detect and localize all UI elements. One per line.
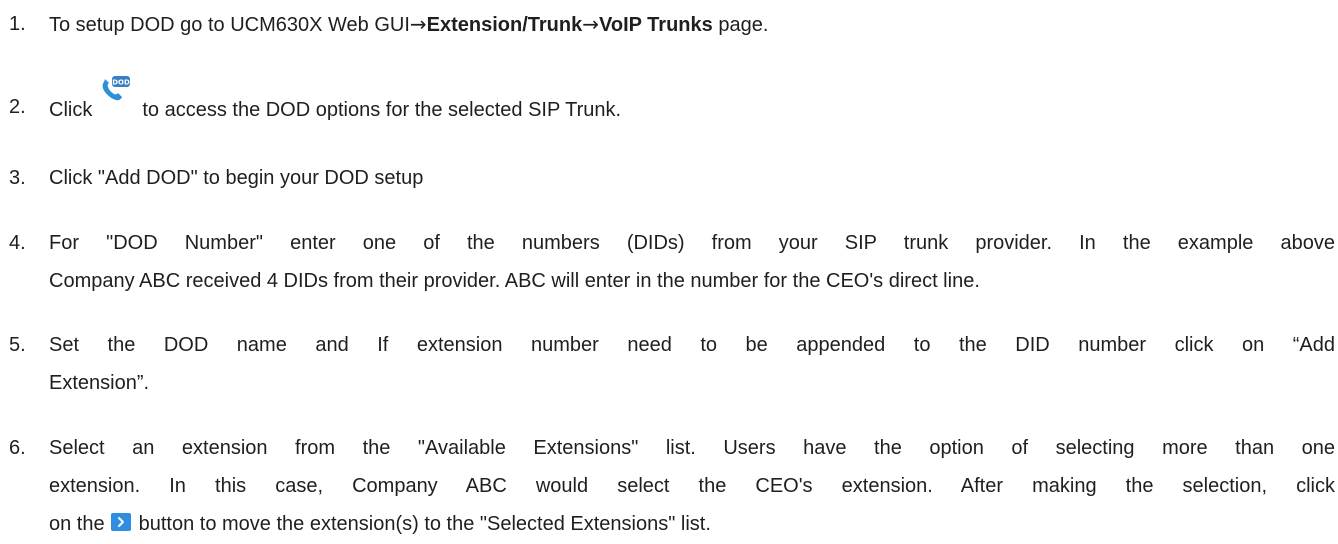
arrow-right-icon: → [409,12,427,36]
step-text: Click DOD to access the DOD options for … [49,76,1335,129]
dod-phone-svg: DOD [102,76,131,101]
dod-phone-icon: DOD [98,76,132,118]
step-number: 1. [9,13,26,35]
arrow-right-icon: → [582,12,600,36]
step-6-line-3-after: button to move the extension(s) to the "… [138,513,711,535]
step-6-line-2: extension. In this case, Company ABC wou… [49,475,1335,497]
dod-icon-label: DOD [113,79,131,87]
step-text: For "DOD Number" enter one of the number… [49,224,1335,300]
step-number: 6. [9,437,26,459]
step-number: 5. [9,334,26,356]
step-text: Select an extension from the "Available … [49,429,1335,543]
step-4-line-2: Company ABC received 4 DIDs from their p… [49,270,980,292]
step-number: 2. [9,96,26,118]
menu-path-voip-trunks: VoIP Trunks [599,14,713,36]
step-number: 4. [9,232,26,254]
step-1-prefix: To setup DOD go to UCM630X Web GUI [49,14,410,36]
step-2-before-icon: Click [49,99,93,121]
move-right-icon [110,506,131,531]
step-6-line-1: Select an extension from the "Available … [49,437,1335,459]
step-1-suffix: page. [712,14,769,36]
step-5-line-2: Extension”. [49,372,150,394]
step-5-line-1: Set the DOD name and If extension number… [49,334,1335,356]
menu-path-extension-trunk: Extension/Trunk [426,14,583,36]
step-3-text: Click "Add DOD" to begin your DOD setup [49,167,424,189]
step-4-line-1: For "DOD Number" enter one of the number… [49,232,1335,254]
step-2-after-icon: to access the DOD options for the select… [142,99,622,121]
step-text: To setup DOD go to UCM630X Web GUI→Exten… [49,5,1335,44]
step-text: Set the DOD name and If extension number… [49,326,1335,402]
step-text: Click "Add DOD" to begin your DOD setup [49,159,1335,197]
step-6-line-3-before: on the [49,513,105,535]
step-number: 3. [9,167,26,189]
